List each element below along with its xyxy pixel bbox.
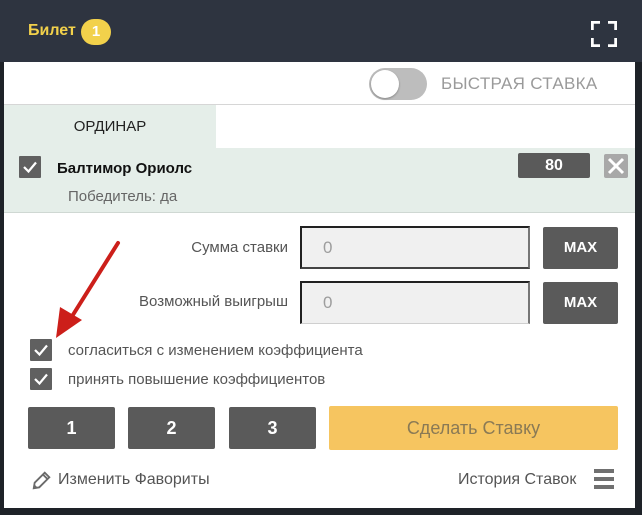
preset-stake-button-3[interactable]: 3: [229, 407, 316, 449]
quick-bet-label: БЫСТРАЯ СТАВКА: [441, 74, 598, 93]
close-icon: [607, 157, 625, 175]
tab-single[interactable]: ОРДИНАР: [4, 105, 216, 148]
preset-stake-button-1[interactable]: 1: [28, 407, 115, 449]
quick-bet-toggle[interactable]: [369, 68, 427, 100]
accept-odds-increase-label: принять повышение коэффициентов: [68, 371, 326, 388]
check-icon: [23, 161, 37, 174]
accept-odds-change-checkbox[interactable]: [30, 339, 52, 361]
bet-history-link[interactable]: История Ставок: [458, 471, 576, 489]
payout-max-button[interactable]: MAX: [543, 282, 618, 324]
bet-team-name: Балтимор Ориолс: [57, 160, 193, 177]
accept-odds-change-label: согласиться с изменением коэффициента: [68, 342, 363, 359]
accept-odds-increase-checkbox[interactable]: [30, 368, 52, 390]
payout-label: Возможный выигрыш: [139, 293, 288, 310]
stake-input[interactable]: [300, 226, 530, 269]
stake-label: Сумма ставки: [191, 239, 288, 256]
bet-count-badge: 1: [81, 19, 111, 45]
pencil-icon[interactable]: [30, 469, 54, 491]
bet-select-checkbox[interactable]: [19, 156, 41, 178]
stake-max-button[interactable]: MAX: [543, 227, 618, 269]
place-bet-button[interactable]: Сделать Ставку: [329, 406, 618, 450]
preset-stake-button-2[interactable]: 2: [128, 407, 215, 449]
payout-field: [300, 281, 530, 324]
menu-icon[interactable]: [594, 468, 614, 490]
edit-favorites-link[interactable]: Изменить Фавориты: [58, 471, 210, 489]
toggle-knob: [371, 70, 399, 98]
bet-slip-header: Билет 1: [0, 0, 642, 62]
bet-slip-window: Билет 1 БЫСТРАЯ СТАВКА ОРДИНАР Балтимор …: [0, 0, 642, 515]
bet-slip-title: Билет: [28, 22, 76, 39]
remove-bet-button[interactable]: [604, 154, 628, 178]
check-icon: [34, 344, 48, 357]
check-icon: [34, 373, 48, 386]
bet-market: Победитель: да: [68, 188, 178, 205]
bet-odds-badge: 80: [518, 153, 590, 178]
expand-icon[interactable]: [591, 21, 617, 47]
